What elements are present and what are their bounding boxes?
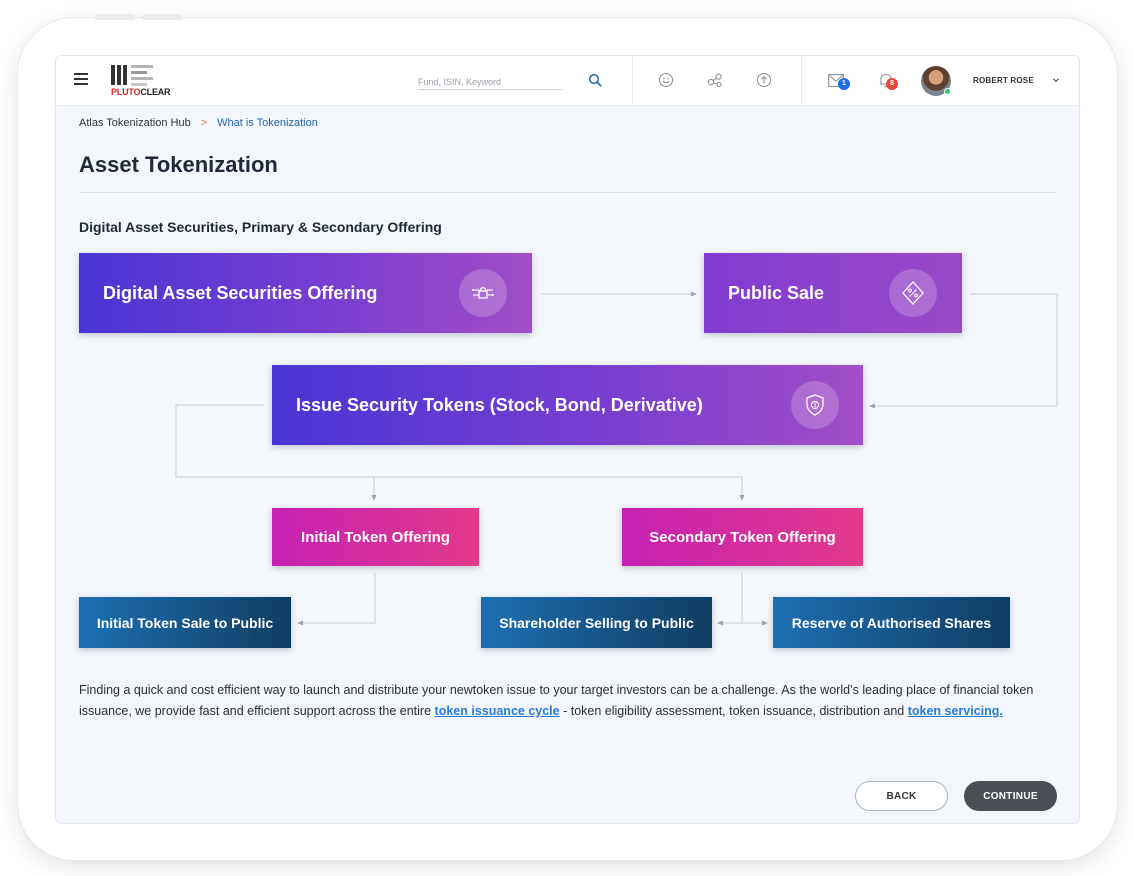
digital-asset-securities-offering-box[interactable]: Digital Asset Securities Offering [79, 253, 532, 333]
token-issuance-cycle-link[interactable]: token issuance cycle [435, 704, 560, 718]
back-button[interactable]: BACK [855, 781, 948, 811]
issue-security-tokens-box[interactable]: Issue Security Tokens (Stock, Bond, Deri… [272, 365, 863, 445]
frame-tab [142, 14, 182, 20]
box-label: Public Sale [728, 282, 825, 303]
percent-tag-icon [889, 269, 937, 317]
app-screen: PLUTOCLEAR Fund, ISIN, Keyword 1 8 ROBER… [55, 55, 1080, 824]
continue-button[interactable]: CONTINUE [964, 781, 1057, 811]
box-label: Initial Token Sale to Public [96, 614, 274, 631]
token-servicing-link[interactable]: token servicing. [908, 704, 1003, 718]
box-label: Reserve of Authorised Shares [791, 614, 992, 631]
initial-token-offering-box[interactable]: Initial Token Offering [272, 508, 479, 566]
initial-token-sale-box[interactable]: Initial Token Sale to Public [79, 597, 291, 648]
description-paragraph: Finding a quick and cost efficient way t… [79, 683, 1034, 718]
box-label: Initial Token Offering [301, 528, 450, 546]
secondary-token-offering-box[interactable]: Secondary Token Offering [622, 508, 863, 566]
shareholder-selling-box[interactable]: Shareholder Selling to Public [481, 597, 712, 648]
shield-coin-icon [791, 381, 839, 429]
reserve-authorised-shares-box[interactable]: Reserve of Authorised Shares [773, 597, 1010, 648]
circuit-lock-icon [459, 269, 507, 317]
box-label: Secondary Token Offering [649, 528, 836, 546]
box-label: Shareholder Selling to Public [499, 614, 694, 631]
public-sale-box[interactable]: Public Sale [704, 253, 962, 333]
frame-tab [95, 14, 135, 20]
box-label: Digital Asset Securities Offering [103, 282, 378, 303]
box-label: Issue Security Tokens (Stock, Bond, Deri… [296, 394, 703, 415]
